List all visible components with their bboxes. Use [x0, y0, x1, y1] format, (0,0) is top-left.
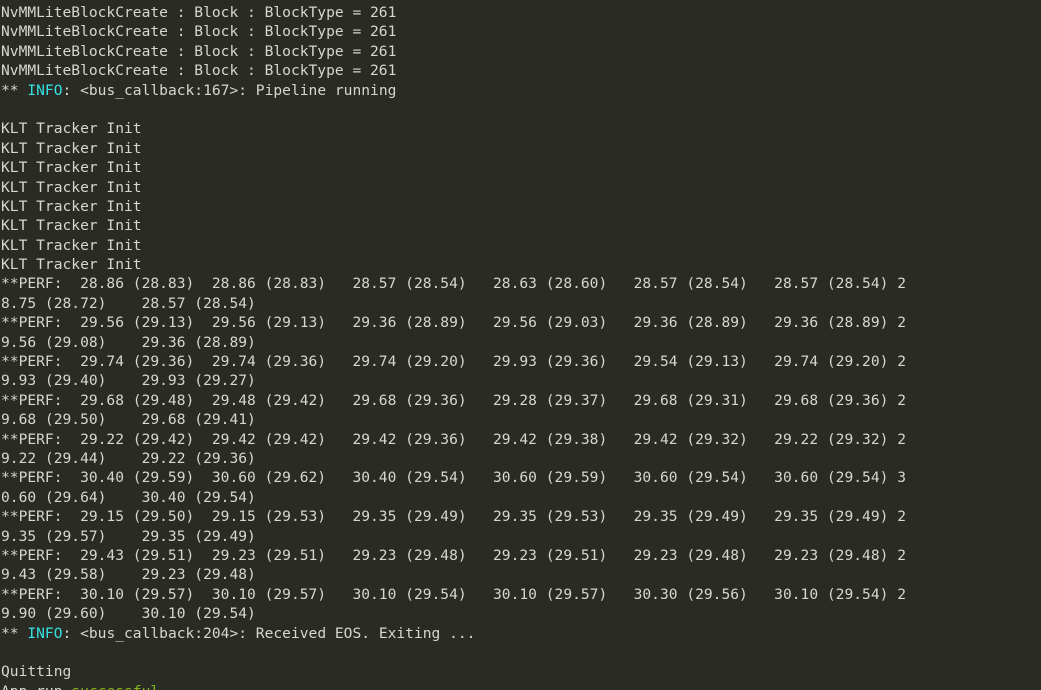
info-tag: INFO — [27, 81, 63, 99]
terminal-info-line: ** INFO: <bus_callback:204>: Received EO… — [1, 624, 1041, 643]
line-text: **PERF: 29.43 (29.51) 29.23 (29.51) 29.2… — [1, 546, 906, 564]
line-text: KLT Tracker Init — [1, 236, 142, 254]
line-text: 9.56 (29.08) 29.36 (28.89) — [1, 333, 256, 351]
terminal-line: KLT Tracker Init — [1, 178, 1041, 197]
terminal-perf-line: **PERF: 29.74 (29.36) 29.74 (29.36) 29.7… — [1, 352, 1041, 371]
terminal-line: 9.22 (29.44) 29.22 (29.36) — [1, 449, 1041, 468]
line-text: NvMMLiteBlockCreate : Block : BlockType … — [1, 42, 397, 60]
line-text: NvMMLiteBlockCreate : Block : BlockType … — [1, 4, 397, 21]
terminal-perf-line: **PERF: 30.10 (29.57) 30.10 (29.57) 30.1… — [1, 585, 1041, 604]
line-text: 9.93 (29.40) 29.93 (29.27) — [1, 372, 256, 390]
line-text: KLT Tracker Init — [1, 256, 142, 274]
terminal-line: KLT Tracker Init — [1, 139, 1041, 158]
line-text: NvMMLiteBlockCreate : Block : BlockType … — [1, 62, 397, 80]
line-text: 8.75 (28.72) 28.57 (28.54) — [1, 294, 256, 312]
line-text: 9.68 (29.50) 29.68 (29.41) — [1, 411, 256, 429]
line-text: **PERF: 29.74 (29.36) 29.74 (29.36) 29.7… — [1, 353, 906, 371]
info-tag: INFO — [27, 624, 63, 642]
terminal-line: KLT Tracker Init — [1, 216, 1041, 235]
terminal-perf-line: **PERF: 28.86 (28.83) 28.86 (28.83) 28.5… — [1, 274, 1041, 293]
terminal-perf-line: **PERF: 29.56 (29.13) 29.56 (29.13) 29.3… — [1, 313, 1041, 332]
terminal-line: KLT Tracker Init — [1, 255, 1041, 274]
line-text: **PERF: 28.86 (28.83) 28.86 (28.83) 28.5… — [1, 275, 906, 293]
terminal-line: KLT Tracker Init — [1, 236, 1041, 255]
terminal-line: 9.90 (29.60) 30.10 (29.54) — [1, 604, 1041, 623]
terminal-line: 9.93 (29.40) 29.93 (29.27) — [1, 371, 1041, 390]
line-text: KLT Tracker Init — [1, 197, 142, 215]
line-text: 9.90 (29.60) 30.10 (29.54) — [1, 605, 256, 623]
terminal-line: NvMMLiteBlockCreate : Block : BlockType … — [1, 61, 1041, 80]
line-text: KLT Tracker Init — [1, 217, 142, 235]
line-text: **PERF: 29.22 (29.42) 29.42 (29.42) 29.4… — [1, 430, 906, 448]
terminal-line: Quitting — [1, 662, 1041, 681]
info-prefix: ** — [1, 624, 28, 642]
status-badge: successful — [71, 683, 159, 690]
terminal-line: NvMMLiteBlockCreate : Block : BlockType … — [1, 42, 1041, 61]
line-text: **PERF: 29.68 (29.48) 29.48 (29.42) 29.6… — [1, 391, 906, 409]
line-text: NvMMLiteBlockCreate : Block : BlockType … — [1, 23, 397, 41]
terminal-line: NvMMLiteBlockCreate : Block : BlockType … — [1, 22, 1041, 41]
terminal-window[interactable]: NvMMLiteBlockCreate : Block : BlockType … — [0, 0, 1041, 690]
terminal-info-line: ** INFO: <bus_callback:167>: Pipeline ru… — [1, 81, 1041, 100]
terminal-output: NvMMLiteBlockCreate : Block : BlockType … — [1, 3, 1041, 690]
line-text: 9.43 (29.58) 29.23 (29.48) — [1, 566, 256, 584]
terminal-line: 0.60 (29.64) 30.40 (29.54) — [1, 488, 1041, 507]
line-text: 9.22 (29.44) 29.22 (29.36) — [1, 449, 256, 467]
terminal-perf-line: **PERF: 29.43 (29.51) 29.23 (29.51) 29.2… — [1, 546, 1041, 565]
info-prefix: ** — [1, 81, 28, 99]
line-text: KLT Tracker Init — [1, 139, 142, 157]
terminal-status-line: App run successful — [1, 682, 1041, 690]
terminal-line: KLT Tracker Init — [1, 197, 1041, 216]
terminal-perf-line: **PERF: 30.40 (29.59) 30.60 (29.62) 30.4… — [1, 468, 1041, 487]
line-text: KLT Tracker Init — [1, 159, 142, 177]
terminal-line: NvMMLiteBlockCreate : Block : BlockType … — [1, 3, 1041, 22]
terminal-line: 8.75 (28.72) 28.57 (28.54) — [1, 294, 1041, 313]
line-text: KLT Tracker Init — [1, 120, 142, 138]
terminal-perf-line: **PERF: 29.15 (29.50) 29.15 (29.53) 29.3… — [1, 507, 1041, 526]
line-text: Quitting — [1, 663, 72, 681]
terminal-line: 9.68 (29.50) 29.68 (29.41) — [1, 410, 1041, 429]
line-text: **PERF: 29.56 (29.13) 29.56 (29.13) 29.3… — [1, 314, 906, 332]
info-message: : <bus_callback:167>: Pipeline running — [62, 81, 397, 99]
line-text: **PERF: 30.10 (29.57) 30.10 (29.57) 30.1… — [1, 585, 906, 603]
terminal-line: KLT Tracker Init — [1, 119, 1041, 138]
terminal-line: 9.56 (29.08) 29.36 (28.89) — [1, 333, 1041, 352]
line-text: 9.35 (29.57) 29.35 (29.49) — [1, 527, 256, 545]
terminal-perf-line: **PERF: 29.22 (29.42) 29.42 (29.42) 29.4… — [1, 430, 1041, 449]
terminal-line: KLT Tracker Init — [1, 158, 1041, 177]
line-text: **PERF: 30.40 (29.59) 30.60 (29.62) 30.4… — [1, 469, 906, 487]
line-text: **PERF: 29.15 (29.50) 29.15 (29.53) 29.3… — [1, 508, 906, 526]
terminal-line: 9.35 (29.57) 29.35 (29.49) — [1, 527, 1041, 546]
line-text: 0.60 (29.64) 30.40 (29.54) — [1, 488, 256, 506]
line-text: KLT Tracker Init — [1, 178, 142, 196]
info-message: : <bus_callback:204>: Received EOS. Exit… — [62, 624, 476, 642]
status-prefix: App run — [1, 683, 71, 690]
terminal-line: 9.43 (29.58) 29.23 (29.48) — [1, 565, 1041, 584]
terminal-perf-line: **PERF: 29.68 (29.48) 29.48 (29.42) 29.6… — [1, 391, 1041, 410]
